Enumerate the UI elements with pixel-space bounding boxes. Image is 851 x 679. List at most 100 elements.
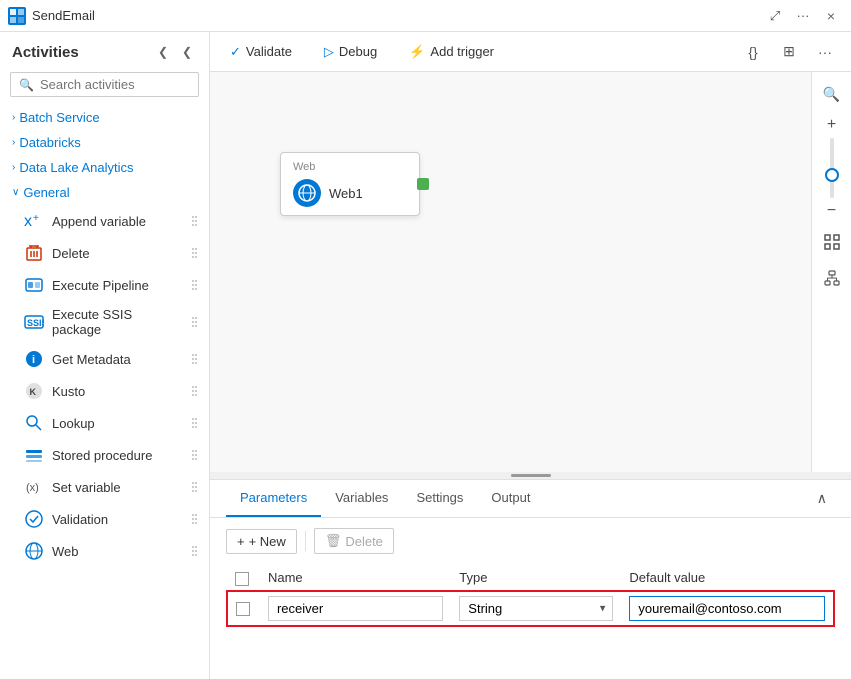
activity-web[interactable]: Web (0, 535, 209, 567)
add-trigger-label: Add trigger (430, 44, 494, 59)
web-node-connector (417, 178, 429, 190)
activity-validation[interactable]: Validation (0, 503, 209, 535)
bottom-panel: Parameters Variables Settings Output ∧ + (210, 479, 851, 679)
canvas-main: Web Web1 🔍 + (210, 72, 851, 472)
zoom-track[interactable] (830, 138, 834, 198)
group-datalake-header[interactable]: › Data Lake Analytics (0, 155, 209, 180)
sidebar-collapse-right[interactable]: ❮ (177, 42, 197, 62)
bottom-panel-tabs: Parameters Variables Settings Output ∧ (210, 480, 851, 518)
hierarchy-button[interactable] (818, 264, 846, 292)
new-param-button[interactable]: + + New (226, 529, 297, 554)
params-toolbar: + + New 🗑 Delete (226, 528, 835, 554)
activity-append-variable[interactable]: x+ Append variable (0, 205, 209, 237)
close-button[interactable]: × (819, 4, 843, 28)
pipeline-title: SendEmail (32, 8, 757, 23)
sidebar-collapse-left[interactable]: ❮ (153, 42, 173, 62)
group-batch-service-label: Batch Service (19, 110, 99, 125)
lookup-icon (24, 413, 44, 433)
params-table: Name Type Default value (226, 566, 835, 627)
select-all-checkbox[interactable] (235, 572, 249, 586)
main-layout: Activities ❮ ❮ 🔍 › Batch Service › Datab… (0, 32, 851, 679)
activity-kusto[interactable]: K Kusto (0, 375, 209, 407)
tab-settings[interactable]: Settings (402, 480, 477, 517)
svg-text:SSIS: SSIS (27, 318, 44, 328)
new-param-label: + New (249, 534, 286, 549)
zoom-thumb[interactable] (825, 168, 839, 182)
activity-web-label: Web (52, 544, 184, 559)
get-metadata-icon: i (24, 349, 44, 369)
activity-execute-pipeline-label: Execute Pipeline (52, 278, 184, 293)
row-checkbox[interactable] (236, 602, 250, 616)
group-general: ∨ General x+ Append variable Delete (0, 180, 209, 567)
activity-lookup[interactable]: Lookup (0, 407, 209, 439)
group-general-label: General (23, 185, 69, 200)
zoom-in-button[interactable]: + (827, 116, 836, 134)
debug-button[interactable]: ▷ Debug (316, 40, 385, 64)
canvas-search-button[interactable]: 🔍 (818, 80, 846, 108)
validate-button[interactable]: ✓ Validate (222, 40, 300, 64)
activity-stored-procedure-label: Stored procedure (52, 448, 184, 463)
canvas-diagram[interactable]: Web Web1 (210, 72, 811, 472)
group-batch-service-header[interactable]: › Batch Service (0, 105, 209, 130)
panel-resize-handle[interactable] (210, 472, 851, 479)
activity-get-metadata[interactable]: i Get Metadata (0, 343, 209, 375)
activity-set-variable[interactable]: (x) Set variable (0, 471, 209, 503)
canvas-area: ✓ Validate ▷ Debug ⚡ Add trigger {} ⊞ ··… (210, 32, 851, 679)
row-value-cell (621, 591, 834, 626)
more-options-button[interactable]: ··· (791, 4, 815, 28)
param-value-input[interactable] (629, 596, 825, 621)
restore-button[interactable]: ⤢ (763, 4, 787, 28)
tab-variables[interactable]: Variables (321, 480, 402, 517)
col-name-header: Name (260, 566, 451, 591)
drag-handle (192, 216, 197, 226)
group-batch-service: › Batch Service (0, 105, 209, 130)
svg-text:K: K (30, 387, 37, 397)
panel-collapse-button[interactable]: ∧ (809, 482, 835, 515)
activity-delete[interactable]: Delete (0, 237, 209, 269)
activity-execute-ssis-label: Execute SSIS package (52, 307, 184, 337)
delete-param-button[interactable]: 🗑 Delete (314, 528, 394, 554)
table-icon: ⊞ (783, 43, 795, 60)
drag-handle-6 (192, 386, 197, 396)
search-icon: 🔍 (19, 78, 34, 92)
plus-icon: + (237, 534, 245, 549)
toolbar-divider (305, 531, 306, 551)
tab-output[interactable]: Output (477, 480, 544, 517)
activity-set-variable-label: Set variable (52, 480, 184, 495)
add-trigger-button[interactable]: ⚡ Add trigger (401, 40, 502, 64)
svg-text:(x): (x) (26, 482, 39, 494)
param-name-input[interactable] (268, 596, 443, 621)
activity-execute-pipeline[interactable]: Execute Pipeline (0, 269, 209, 301)
execute-pipeline-icon (24, 275, 44, 295)
activity-stored-procedure[interactable]: Stored procedure (0, 439, 209, 471)
group-general-header[interactable]: ∨ General (0, 180, 209, 205)
drag-handle-2 (192, 248, 197, 258)
code-view-button[interactable]: {} (739, 38, 767, 66)
web-node-icon (293, 179, 321, 207)
web-node-type-label: Web (293, 161, 407, 173)
drag-handle-5 (192, 354, 197, 364)
row-name-cell (260, 591, 451, 626)
zoom-out-button[interactable]: − (827, 202, 836, 220)
activity-execute-ssis[interactable]: SSIS Execute SSIS package (0, 301, 209, 343)
search-input[interactable] (40, 77, 210, 92)
toolbar-right-actions: {} ⊞ ··· (739, 38, 839, 66)
chevron-down-icon: ∨ (12, 187, 19, 198)
group-databricks-header[interactable]: › Databricks (0, 130, 209, 155)
main-toolbar: ✓ Validate ▷ Debug ⚡ Add trigger {} ⊞ ··… (210, 32, 851, 72)
titlebar-actions: ⤢ ··· × (763, 4, 843, 28)
delete-param-label: Delete (345, 534, 383, 549)
fit-screen-button[interactable] (818, 228, 846, 256)
type-select[interactable]: String Bool Int Float Object Array Secur… (459, 596, 613, 621)
group-databricks-label: Databricks (19, 135, 80, 150)
sidebar-collapse-icons: ❮ ❮ (153, 42, 197, 62)
tab-parameters[interactable]: Parameters (226, 480, 321, 517)
table-view-button[interactable]: ⊞ (775, 38, 803, 66)
web-node-body: Web1 (293, 179, 407, 207)
more-actions-button[interactable]: ··· (811, 38, 839, 66)
delete-btn-icon: 🗑 (325, 533, 342, 549)
group-databricks: › Databricks (0, 130, 209, 155)
row-type-cell: String Bool Int Float Object Array Secur… (451, 591, 621, 626)
set-variable-icon: (x) (24, 477, 44, 497)
web-node[interactable]: Web Web1 (280, 152, 420, 216)
